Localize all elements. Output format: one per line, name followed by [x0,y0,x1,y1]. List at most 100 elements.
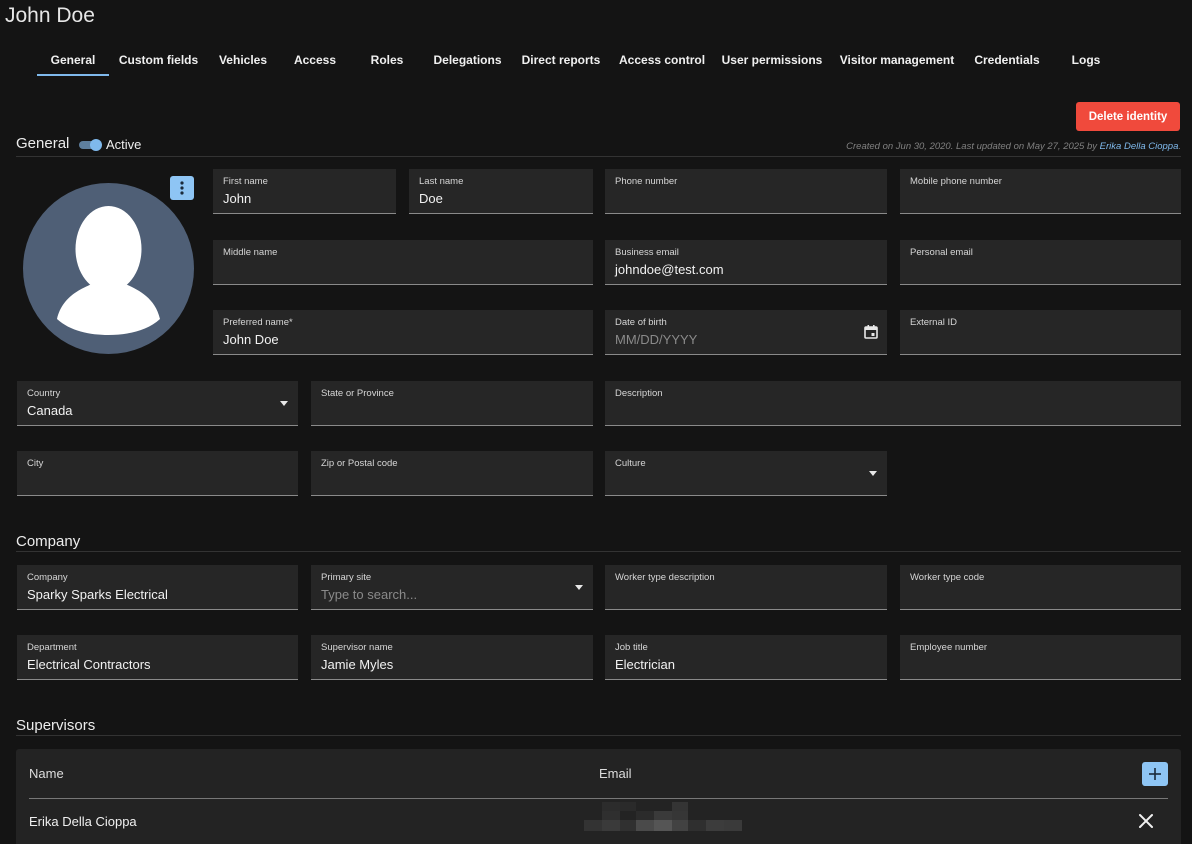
job-title-field[interactable]: Job title Electrician [605,635,887,680]
field-label: Job title [615,642,648,653]
tab-access[interactable]: Access [290,50,340,76]
tab-user-permissions[interactable]: User permissions [721,50,823,76]
active-toggle[interactable] [79,139,103,151]
audit-meta-suffix: . [1178,141,1181,152]
field-label: Description [615,388,663,399]
field-label: Employee number [910,642,988,653]
tab-visitor-management[interactable]: Visitor management [839,50,955,76]
page-title: John Doe [5,4,95,27]
external-id-field[interactable]: External ID [900,310,1181,355]
worker-type-code-field[interactable]: Worker type code [900,565,1181,610]
field-label: Primary site [321,572,372,583]
preferred-name-field[interactable]: Preferred name* John Doe [213,310,593,355]
active-label: Active [106,137,142,152]
column-header-email[interactable]: Email [599,766,632,781]
chevron-down-icon [280,396,288,406]
tab-roles[interactable]: Roles [367,50,407,76]
field-value: Electrician [615,657,675,672]
worker-type-description-field[interactable]: Worker type description [605,565,887,610]
field-placeholder: Type to search... [321,587,418,602]
required-marker: * [289,317,293,328]
middle-name-field[interactable]: Middle name [213,240,593,285]
mobile-phone-field[interactable]: Mobile phone number [900,169,1181,214]
city-field[interactable]: City [17,451,298,496]
tab-logs[interactable]: Logs [1066,50,1106,76]
audit-meta-text: Created on Jun 30, 2020. Last updated on… [846,141,1100,152]
personal-email-field[interactable]: Personal email [900,240,1181,285]
tab-delegations[interactable]: Delegations [432,50,503,76]
calendar-icon[interactable] [863,324,879,345]
field-label: Last name [419,176,464,187]
section-title-company: Company [16,533,81,550]
add-supervisor-button[interactable] [1142,762,1168,786]
redacted-email-image [584,802,744,832]
zip-postal-field[interactable]: Zip or Postal code [311,451,593,496]
close-icon [1139,814,1153,828]
field-value: John [223,191,252,206]
primary-site-select[interactable]: Primary site Type to search... [311,565,593,610]
field-value: Sparky Sparks Electrical [27,587,168,602]
business-email-field[interactable]: Business email johndoe@test.com [605,240,887,285]
avatar-menu-button[interactable] [170,176,194,200]
last-name-field[interactable]: Last name Doe [409,169,593,214]
department-field[interactable]: Department Electrical Contractors [17,635,298,680]
field-label: Business email [615,247,679,258]
tab-bar: General Custom fields Vehicles Access Ro… [0,50,1192,76]
column-header-name[interactable]: Name [29,766,64,781]
section-title-general: General [16,135,70,152]
field-label: Phone number [615,176,678,187]
field-label: Supervisor name [321,642,393,653]
section-divider [16,156,1181,157]
section-divider [16,551,1181,552]
section-title-supervisors: Supervisors [16,717,96,734]
field-label: State or Province [321,388,394,399]
culture-select[interactable]: Culture [605,451,887,496]
country-select[interactable]: Country Canada [17,381,298,426]
table-header-divider [29,798,1168,799]
first-name-field[interactable]: First name John [213,169,396,214]
field-label-text: Preferred name [223,317,290,328]
phone-number-field[interactable]: Phone number [605,169,887,214]
field-label: Date of birth [615,317,667,328]
field-label: Zip or Postal code [321,458,398,469]
pixelated-redaction-icon [584,802,742,831]
section-divider [16,735,1181,736]
tab-access-control[interactable]: Access control [619,50,705,76]
chevron-down-icon [575,580,583,590]
tab-general[interactable]: General [37,50,109,76]
field-value: Canada [27,403,73,418]
chevron-down-icon [869,466,877,476]
field-label: City [27,458,44,469]
field-label: First name [223,176,268,187]
avatar [23,183,194,354]
company-field[interactable]: Company Sparky Sparks Electrical [17,565,298,610]
plus-icon [1149,768,1161,780]
state-province-field[interactable]: State or Province [311,381,593,426]
description-field[interactable]: Description [605,381,1181,426]
supervisor-name: Erika Della Cioppa [29,814,137,829]
employee-number-field[interactable]: Employee number [900,635,1181,680]
delete-identity-button[interactable]: Delete identity [1076,102,1180,131]
tab-vehicles[interactable]: Vehicles [216,50,270,76]
supervisor-name-field[interactable]: Supervisor name Jamie Myles [311,635,593,680]
vertical-dots-icon [180,181,184,195]
remove-supervisor-button[interactable] [1137,812,1155,830]
field-value: John Doe [223,332,279,347]
field-label: Company [27,572,68,583]
field-label: Worker type code [910,572,985,583]
supervisors-table: Name Email Erika Della Cioppa [16,749,1181,844]
field-label: External ID [910,317,957,328]
field-label: Preferred name* [223,317,293,328]
field-label: Department [27,642,77,653]
field-value: Doe [419,191,443,206]
tab-credentials[interactable]: Credentials [972,50,1042,76]
date-of-birth-field[interactable]: Date of birth MM/DD/YYYY [605,310,887,355]
tab-direct-reports[interactable]: Direct reports [520,50,602,76]
field-label: Middle name [223,247,278,258]
audit-meta: Created on Jun 30, 2020. Last updated on… [846,141,1181,152]
audit-meta-user-link[interactable]: Erika Della Cioppa [1100,141,1179,152]
toggle-knob [90,139,102,151]
field-label: Mobile phone number [910,176,1002,187]
field-placeholder: MM/DD/YYYY [615,332,698,347]
tab-custom-fields[interactable]: Custom fields [118,50,199,76]
